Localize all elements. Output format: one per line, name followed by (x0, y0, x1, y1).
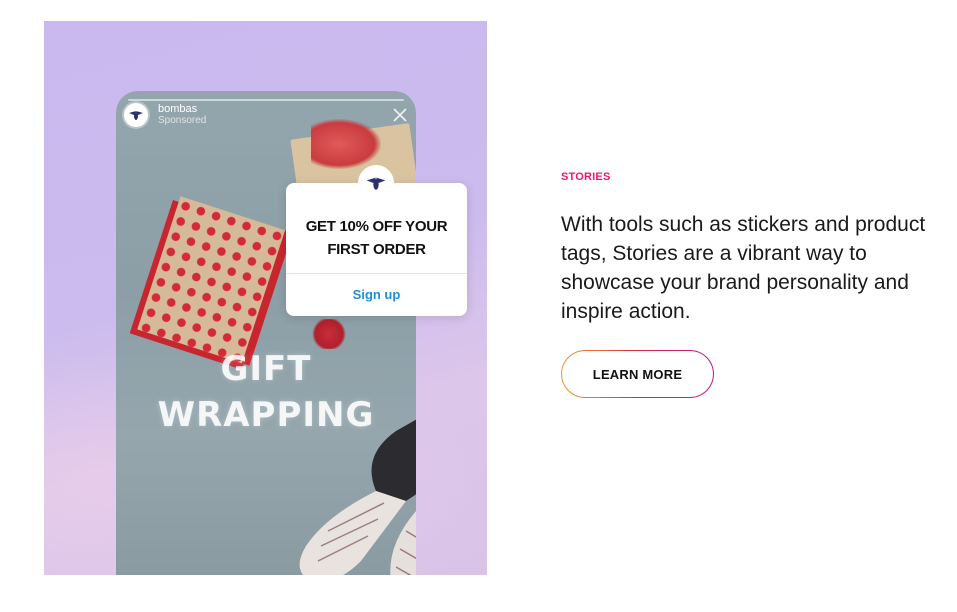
sticker-brand-badge (358, 165, 394, 201)
brand-avatar[interactable] (124, 103, 148, 127)
story-progress-bar (128, 99, 404, 101)
page: bombas Sponsored GIFT WRAPPING GET 10% O… (0, 0, 957, 612)
section-description: With tools such as stickers and product … (561, 213, 926, 323)
headline-line-1: GIFT (220, 349, 312, 389)
ribbon-bow-image (311, 119, 381, 169)
bee-logo-icon (366, 177, 386, 190)
story-username[interactable]: bombas (158, 103, 206, 115)
small-bow-image (311, 319, 347, 349)
promo-offer-text: GET 10% OFF YOUR FIRST ORDER (305, 218, 448, 258)
sign-up-button[interactable]: Sign up (286, 273, 467, 316)
story-header: bombas Sponsored (124, 103, 206, 127)
bee-logo-icon (129, 111, 143, 120)
sponsored-label: Sponsored (158, 115, 207, 126)
stories-media-panel: bombas Sponsored GIFT WRAPPING GET 10% O… (44, 21, 487, 575)
story-headline: GIFT WRAPPING (136, 346, 396, 438)
close-icon[interactable] (392, 107, 408, 123)
story-preview: bombas Sponsored GIFT WRAPPING (116, 91, 416, 575)
learn-more-button[interactable]: LEARN MORE (561, 350, 714, 398)
section-eyebrow: STORIES (561, 171, 611, 183)
polka-dot-gift-image (137, 196, 293, 366)
headline-line-2: WRAPPING (157, 395, 375, 435)
promo-sticker: GET 10% OFF YOUR FIRST ORDER Sign up (286, 165, 467, 316)
